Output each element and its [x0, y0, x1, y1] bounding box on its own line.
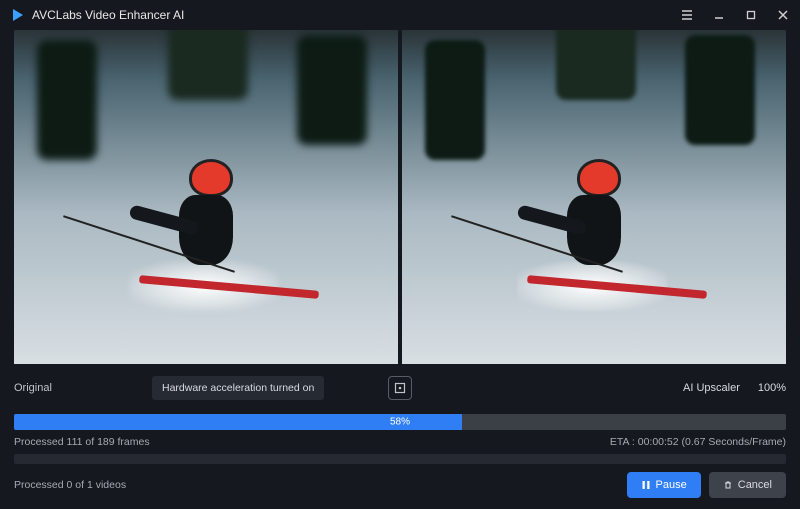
frame-progress-percent: 58% — [390, 417, 410, 428]
app-logo-icon — [10, 7, 26, 23]
upscaler-info: AI Upscaler 100% — [683, 382, 786, 394]
maximize-icon[interactable] — [744, 8, 758, 22]
pause-button-label: Pause — [656, 479, 687, 491]
videos-processed-text: Processed 0 of 1 videos — [14, 479, 126, 491]
cancel-button-label: Cancel — [738, 479, 772, 491]
video-progress-bar — [14, 454, 786, 464]
minimize-icon[interactable] — [712, 8, 726, 22]
cancel-button[interactable]: Cancel — [709, 472, 786, 498]
eta-text: ETA : 00:00:52 (0.67 Seconds/Frame) — [610, 436, 786, 448]
label-upscaler: AI Upscaler — [683, 382, 740, 394]
pause-button[interactable]: Pause — [627, 472, 701, 498]
frame-progress-bar: 58% — [14, 414, 786, 430]
app-title: AVCLabs Video Enhancer AI — [32, 8, 184, 22]
preview-area — [14, 30, 786, 364]
info-row: Original Hardware acceleration turned on… — [14, 372, 786, 404]
zoom-percent: 100% — [758, 382, 786, 394]
frames-processed-text: Processed 111 of 189 frames — [14, 436, 150, 448]
compare-toggle-button[interactable] — [388, 376, 412, 400]
preview-original — [14, 30, 398, 364]
close-icon[interactable] — [776, 8, 790, 22]
titlebar-left: AVCLabs Video Enhancer AI — [10, 7, 184, 23]
frame-progress-sub: Processed 111 of 189 frames ETA : 00:00:… — [14, 436, 786, 448]
compare-icon — [393, 381, 407, 395]
menu-icon[interactable] — [680, 8, 694, 22]
preview-upscaled — [402, 30, 786, 364]
label-original: Original — [14, 382, 52, 394]
pause-icon — [641, 480, 651, 490]
footer-actions: Pause Cancel — [627, 472, 786, 498]
window-controls — [680, 8, 790, 22]
hardware-accel-tooltip: Hardware acceleration turned on — [152, 376, 324, 400]
titlebar: AVCLabs Video Enhancer AI — [0, 0, 800, 30]
frame-progress: 58% Processed 111 of 189 frames ETA : 00… — [14, 414, 786, 448]
footer-row: Processed 0 of 1 videos Pause Cancel — [14, 472, 786, 498]
trash-icon — [723, 480, 733, 490]
